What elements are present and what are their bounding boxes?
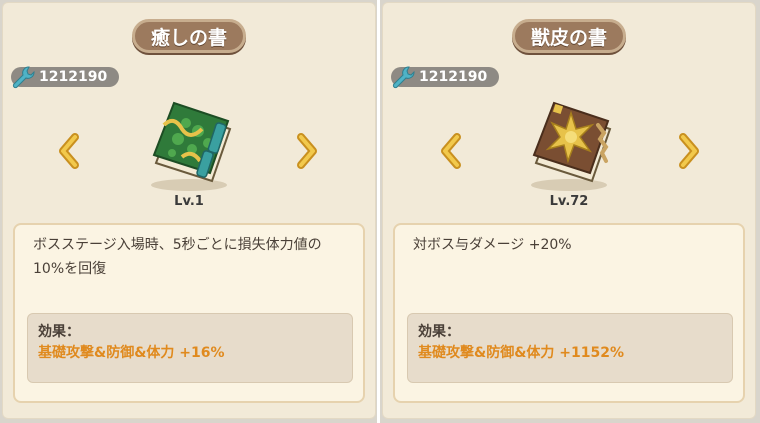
resource-count: 1212190 xyxy=(39,69,108,85)
level-label: Lv.1 xyxy=(174,194,204,209)
card-title: 癒しの書 xyxy=(131,19,247,53)
chevron-left-icon[interactable] xyxy=(55,131,83,171)
description-box: 対ボス与ダメージ +20% 効果： 基礎攻撃&防御&体力 +1152% xyxy=(393,223,745,403)
effect-label: 効果： xyxy=(38,324,80,340)
effect-value: 基礎攻撃&防御&体力 +16% xyxy=(38,345,225,361)
effect-value: 基礎攻撃&防御&体力 +1152% xyxy=(418,345,625,361)
resource-count: 1212190 xyxy=(419,69,488,85)
effect-box: 効果： 基礎攻撃&防御&体力 +16% xyxy=(27,313,353,383)
description-box: ボスステージ入場時、5秒ごとに損失体力値の10%を回復 効果： 基礎攻撃&防御&… xyxy=(13,223,365,403)
chevron-right-icon[interactable] xyxy=(293,131,321,171)
chevron-left-icon[interactable] xyxy=(437,131,465,171)
resource-counter: 1212190 xyxy=(11,66,120,89)
wrench-icon xyxy=(12,66,35,89)
skill-book-card-healing: 癒しの書 1212190 Lv.1 ボスステージ入場時、5秒ごとに損失体力値の1… xyxy=(2,2,376,419)
description-text: ボスステージ入場時、5秒ごとに損失体力値の10%を回復 xyxy=(33,237,322,277)
effect-label: 効果： xyxy=(418,324,460,340)
skill-book-card-beast-hide: 獣皮の書 1212190 Lv.72 対ボス与ダメージ +20% 効果： 基礎攻… xyxy=(382,2,756,419)
resource-counter: 1212190 xyxy=(391,66,500,89)
green-book-icon xyxy=(151,101,232,191)
effect-box: 効果： 基礎攻撃&防御&体力 +1152% xyxy=(407,313,733,383)
card-title: 獣皮の書 xyxy=(511,19,627,53)
level-label: Lv.72 xyxy=(549,194,589,209)
panel-divider xyxy=(377,0,380,423)
wrench-icon xyxy=(392,66,415,89)
description-text: 対ボス与ダメージ +20% xyxy=(413,237,572,253)
chevron-right-icon[interactable] xyxy=(675,131,703,171)
brown-book-icon xyxy=(531,101,612,191)
